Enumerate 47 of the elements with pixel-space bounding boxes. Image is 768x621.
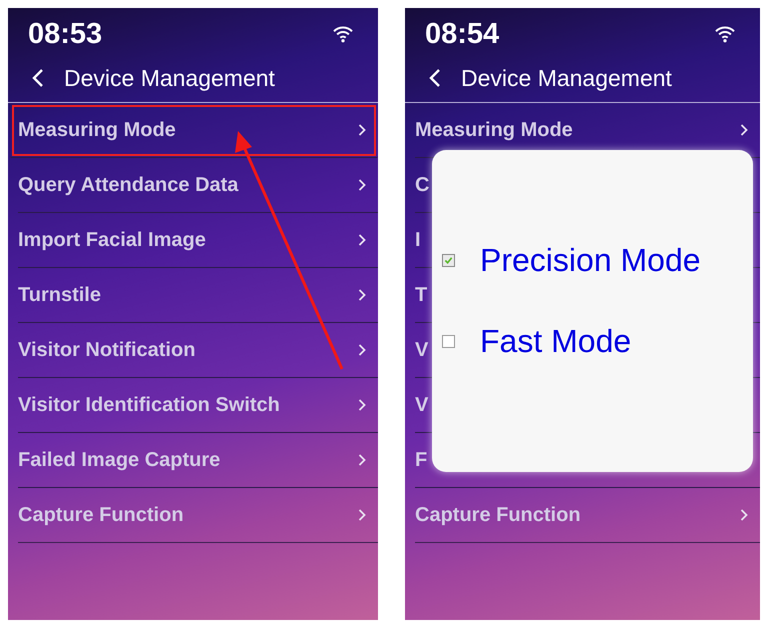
menu-item[interactable]: Visitor Notification [18, 323, 378, 378]
menu-item-label: Measuring Mode [415, 118, 573, 142]
wifi-icon [714, 25, 736, 43]
screen-title: Device Management [461, 64, 672, 92]
chevron-icon [358, 454, 366, 466]
option-label[interactable]: Precision Mode [480, 242, 701, 279]
chevron-icon [358, 179, 366, 191]
menu-item-label: Import Facial Image [18, 228, 206, 252]
menu-item-label: V [415, 394, 428, 416]
menu-item[interactable]: Turnstile [18, 268, 378, 323]
checkbox[interactable] [442, 254, 455, 267]
menu-item[interactable]: Failed Image Capture [18, 433, 378, 488]
menu-item[interactable]: Import Facial Image [18, 213, 378, 268]
menu-item-label: Turnstile [18, 284, 101, 306]
menu-item-label: V [415, 338, 428, 362]
checkbox[interactable] [442, 335, 455, 348]
menu-item[interactable]: Capture Function [415, 488, 760, 543]
clock-time: 08:54 [425, 18, 500, 50]
chevron-icon [740, 124, 748, 136]
menu-item-label: I [415, 228, 421, 252]
menu-item-label: Measuring Mode [18, 118, 176, 142]
clock-time: 08:53 [28, 18, 102, 50]
chevron-icon [740, 509, 748, 521]
menu-item-label: Query Attendance Data [18, 174, 238, 196]
menu-item-label: T [415, 284, 428, 306]
back-icon[interactable] [32, 68, 44, 88]
menu-item-label: Visitor Identification Switch [18, 394, 280, 416]
back-icon[interactable] [429, 68, 441, 88]
chevron-icon [358, 399, 366, 411]
screen-title: Device Management [64, 64, 275, 92]
option-label[interactable]: Fast Mode [480, 323, 632, 360]
chevron-icon [358, 509, 366, 521]
chevron-icon [358, 344, 366, 356]
chevron-icon [358, 234, 366, 246]
menu-item-label: F [415, 448, 428, 472]
chevron-icon [358, 289, 366, 301]
menu-item[interactable]: Measuring Mode [10, 103, 378, 158]
menu-item-label: Capture Function [18, 504, 184, 526]
wifi-icon [332, 25, 354, 43]
menu-item[interactable]: Capture Function [18, 488, 378, 543]
menu-item-label: C [415, 174, 430, 196]
menu-item-label: Failed Image Capture [18, 448, 220, 472]
menu-item[interactable]: Query Attendance Data [18, 158, 378, 213]
menu-item-label: Visitor Notification [18, 338, 196, 362]
menu-item[interactable]: Visitor Identification Switch [18, 378, 378, 433]
chevron-icon [358, 124, 366, 136]
menu-item-label: Capture Function [415, 504, 581, 526]
